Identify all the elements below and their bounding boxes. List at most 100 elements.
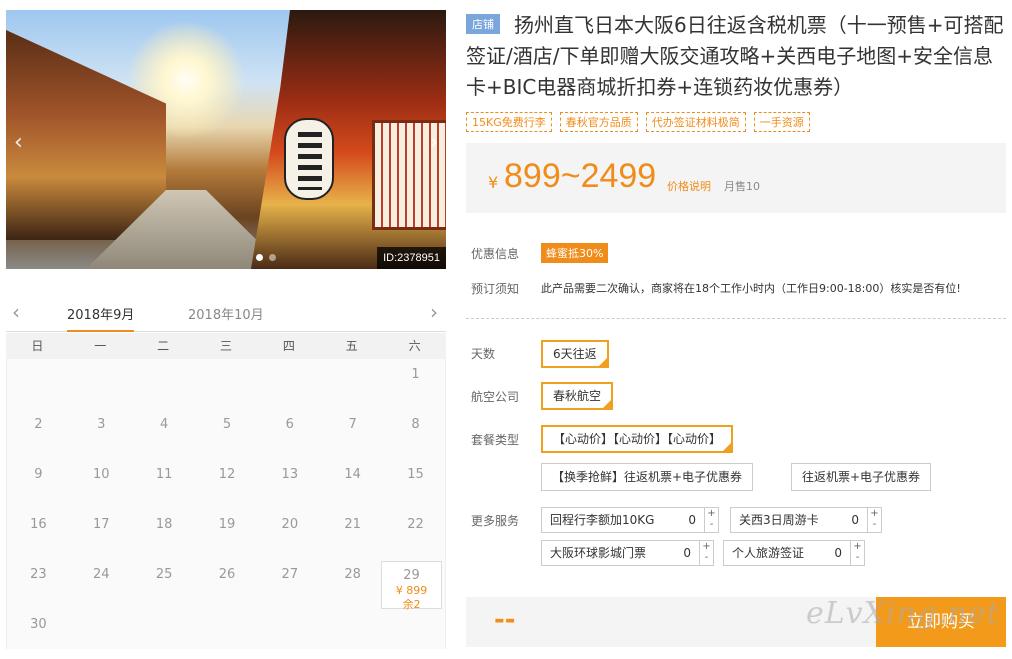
weekday-wed: 三 xyxy=(220,339,233,353)
qty-stepper[interactable]: + - xyxy=(850,541,864,565)
airline-label: 航空公司 xyxy=(471,390,520,404)
service-qty-input[interactable]: 0 xyxy=(851,508,859,532)
price-explain-link[interactable]: 价格说明 xyxy=(667,178,711,194)
calendar-day[interactable]: 19 xyxy=(196,509,259,559)
service-name: 回程行李额加10KG xyxy=(550,513,655,527)
service-usj-ticket: 大阪环球影城门票 0 + - xyxy=(541,540,714,566)
calendar-day[interactable]: 11 xyxy=(133,459,196,509)
calendar-day[interactable]: 16 xyxy=(7,509,70,559)
calendar-day[interactable]: 10 xyxy=(70,459,133,509)
weekday-fri: 五 xyxy=(345,339,358,353)
service-name: 大阪环球影城门票 xyxy=(550,546,647,560)
calendar-day[interactable]: 13 xyxy=(258,459,321,509)
package-option-heart-price[interactable]: 【心动价】【心动价】【心动价】 xyxy=(541,425,734,453)
calendar-day[interactable]: 12 xyxy=(196,459,259,509)
calendar-day-number: 20 xyxy=(281,517,299,532)
calendar-day-number: 14 xyxy=(344,467,361,482)
calendar-day[interactable]: 26 xyxy=(196,559,259,609)
product-photo[interactable]: ‹ › ID:2378951 xyxy=(6,10,446,269)
calendar-month-nav: ‹ 2018年9月 2018年10月 › xyxy=(6,298,446,332)
weekday-thu: 四 xyxy=(282,339,295,353)
calendar-day-number: 2 xyxy=(34,417,43,432)
calendar-day-number: 19 xyxy=(218,517,236,532)
service-name: 个人旅游签证 xyxy=(732,546,805,560)
calendar-month-tab-sep[interactable]: 2018年9月 xyxy=(67,304,135,332)
calendar-day[interactable]: 29 ¥ 899 余2 xyxy=(381,561,442,611)
calendar-day[interactable]: 5 xyxy=(196,409,259,459)
calendar-day-number: 28 xyxy=(344,567,361,582)
calendar-day[interactable]: 7 xyxy=(321,409,384,459)
calendar-day[interactable]: 1 xyxy=(384,359,447,409)
calendar-day[interactable]: 9 xyxy=(7,459,70,509)
qty-stepper[interactable]: + - xyxy=(867,508,881,532)
qty-stepper[interactable]: + - xyxy=(704,508,718,532)
gallery-prev-arrow-icon[interactable]: ‹ xyxy=(14,130,23,155)
promo-badge: 蜂蜜抵30% xyxy=(541,243,609,263)
price-range: 899~2499 xyxy=(504,157,657,195)
package-option-ticket-coupon[interactable]: 往返机票+电子优惠券 xyxy=(791,463,932,491)
calendar-day[interactable]: 2 xyxy=(7,409,70,459)
calendar-day-number: 10 xyxy=(92,467,110,482)
calendar-day[interactable]: 25 xyxy=(133,559,196,609)
days-option-6days[interactable]: 6天往返 xyxy=(541,340,609,368)
calendar-day-number: 6 xyxy=(285,417,294,432)
calendar-day-number: 29 xyxy=(403,568,420,583)
calendar-day[interactable]: 27 xyxy=(258,559,321,609)
price-panel: ¥ 899~2499 价格说明 月售10 xyxy=(466,143,1006,213)
calendar-day[interactable]: 17 xyxy=(70,509,133,559)
gallery-next-arrow-icon[interactable]: › xyxy=(429,130,438,155)
calendar-day[interactable]: 15 xyxy=(384,459,447,509)
airline-option-spring[interactable]: 春秋航空 xyxy=(541,382,614,410)
photo-lantern xyxy=(284,118,334,200)
weekday-tue: 二 xyxy=(157,339,170,353)
calendar-weekday-row: 日 一 二 三 四 五 六 xyxy=(6,333,446,359)
calendar-day-number: 24 xyxy=(92,567,110,582)
product-title: 扬州直飞日本大阪6日往返含税机票（十一预售+可搭配签证/酒店/下单即赠大阪交通攻… xyxy=(466,13,1004,99)
weekday-sun: 日 xyxy=(31,339,44,353)
feature-tags: 15KG免费行李 春秋官方品质 代办签证材料极简 一手资源 xyxy=(466,112,810,132)
service-kansai-pass: 关西3日周游卡 0 + - xyxy=(730,507,882,533)
package-option-season[interactable]: 【换季抢鲜】往返机票+电子优惠券 xyxy=(541,463,754,491)
calendar-day[interactable]: 28 xyxy=(321,559,384,609)
calendar-day[interactable]: 21 xyxy=(321,509,384,559)
calendar-day[interactable]: 23 xyxy=(7,559,70,609)
calendar-day-number: 1 xyxy=(411,367,420,382)
days-label: 天数 xyxy=(471,347,496,361)
calendar-next-icon[interactable]: › xyxy=(430,300,438,324)
divider xyxy=(466,318,1006,319)
service-qty-input[interactable]: 0 xyxy=(688,508,696,532)
service-name: 关西3日周游卡 xyxy=(739,513,819,527)
calendar-day-number: 12 xyxy=(218,467,236,482)
calendar-day[interactable]: 3 xyxy=(70,409,133,459)
calendar-day[interactable]: 18 xyxy=(133,509,196,559)
calendar-day[interactable]: 4 xyxy=(133,409,196,459)
weekday-sat: 六 xyxy=(408,339,421,353)
calendar-day[interactable]: 8 xyxy=(384,409,447,459)
calendar-day[interactable]: 24 xyxy=(70,559,133,609)
calendar-day[interactable]: 14 xyxy=(321,459,384,509)
calendar-day[interactable]: 6 xyxy=(258,409,321,459)
calendar-day[interactable]: 20 xyxy=(258,509,321,559)
service-visa: 个人旅游签证 0 + - xyxy=(723,540,865,566)
calendar-day[interactable]: 30 xyxy=(7,609,70,659)
calendar-day-number: 16 xyxy=(30,517,47,532)
feature-tag: 15KG免费行李 xyxy=(466,112,552,132)
service-qty-input[interactable]: 0 xyxy=(683,541,691,565)
calendar-day-number: 7 xyxy=(348,417,357,432)
feature-tag: 春秋官方品质 xyxy=(559,112,638,132)
calendar-day[interactable]: 22 xyxy=(384,509,447,559)
calendar-day-number: 5 xyxy=(222,417,232,432)
booking-notice: 此产品需要二次确认，商家将在18个工作小时内（工作日9:00-18:00）核实是… xyxy=(541,282,961,295)
calendar-prev-icon[interactable]: ‹ xyxy=(12,300,20,324)
calendar-day-number: 13 xyxy=(281,467,299,482)
service-qty-input[interactable]: 0 xyxy=(834,541,842,565)
watermark: eLvXing.net xyxy=(806,596,1000,631)
qty-stepper[interactable]: + - xyxy=(699,541,713,565)
selected-price: -- xyxy=(494,605,516,635)
calendar-day-number: 27 xyxy=(281,567,299,582)
calendar-day-number: 15 xyxy=(407,467,424,482)
calendar-month-tab-oct[interactable]: 2018年10月 xyxy=(188,304,264,323)
calendar-day-number: 3 xyxy=(97,417,106,432)
calendar-day-number: 8 xyxy=(411,417,420,432)
gallery-dots[interactable] xyxy=(256,254,276,261)
